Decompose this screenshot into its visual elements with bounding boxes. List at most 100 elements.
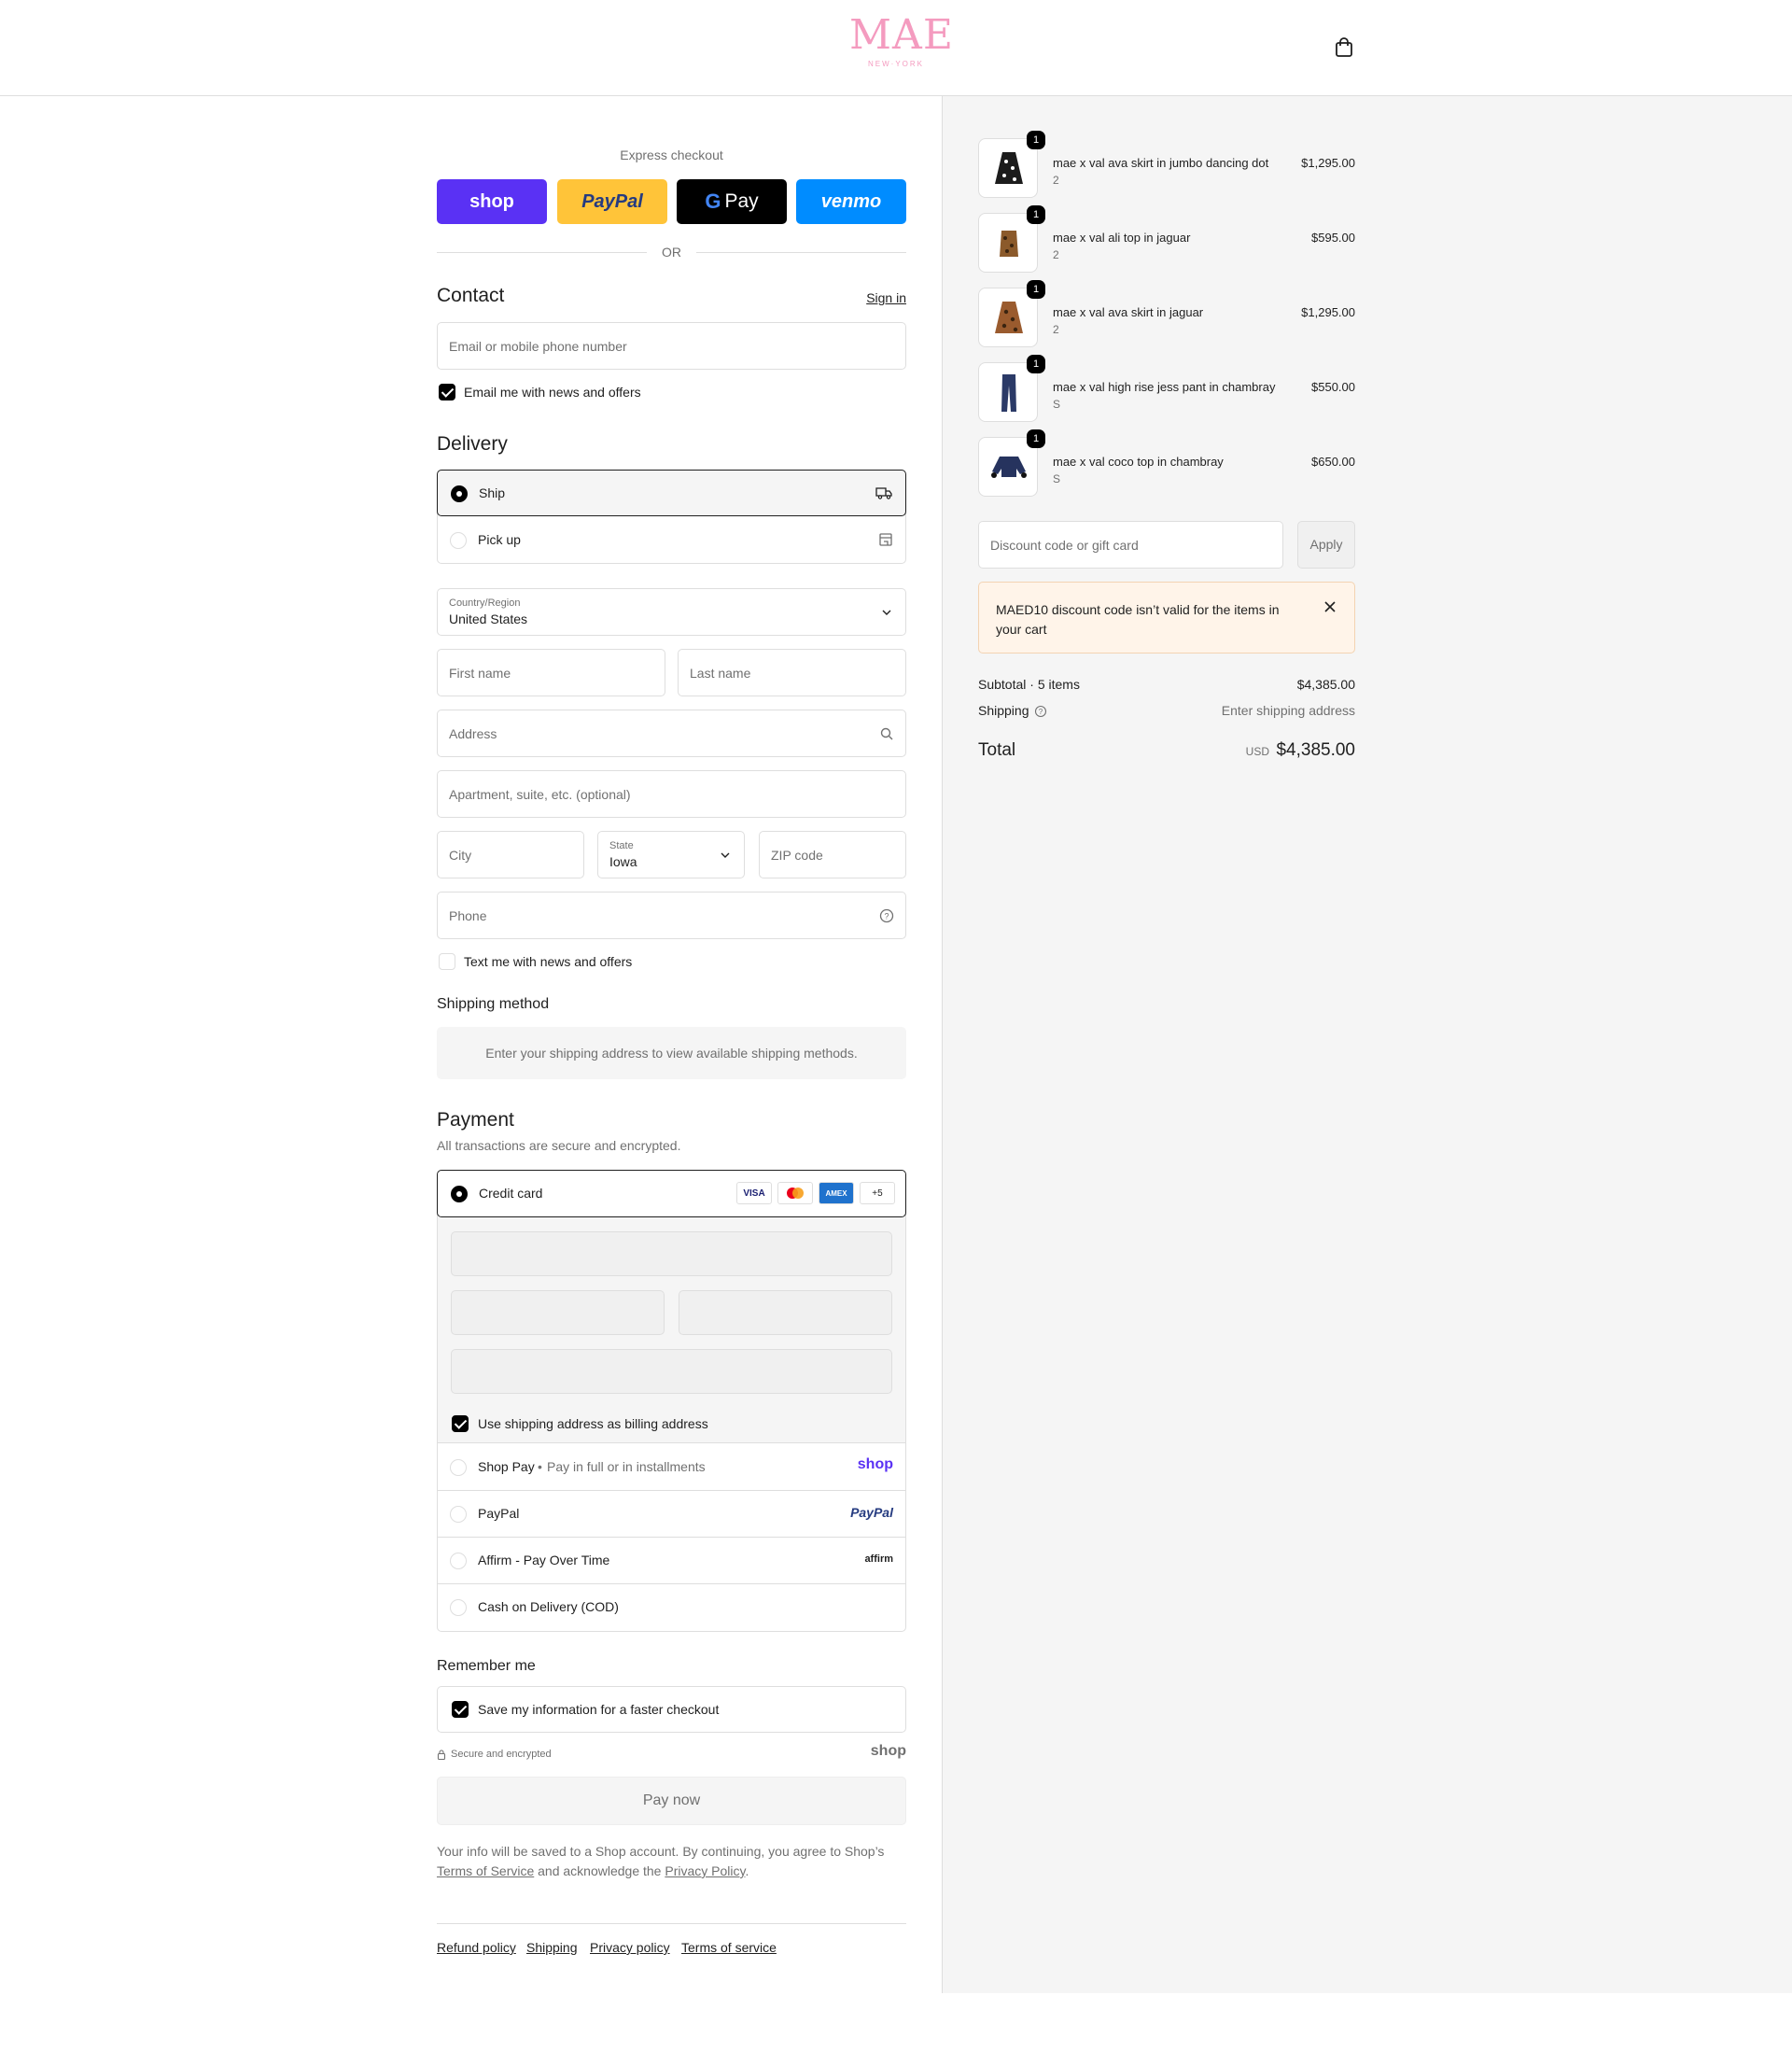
cod-radio[interactable] (450, 1599, 467, 1616)
ship-option[interactable]: Ship (437, 470, 906, 516)
shop-pay-label: Shop Pay (478, 1459, 535, 1474)
legal-text: Your info will be saved to a Shop accoun… (437, 1842, 906, 1881)
address-field[interactable]: Address (437, 710, 906, 757)
refund-policy-link[interactable]: Refund policy (437, 1940, 516, 1955)
item-variant: S (1053, 472, 1061, 485)
last-name-field[interactable]: Last name (678, 649, 906, 696)
apply-discount-button[interactable]: Apply (1297, 521, 1355, 569)
phone-field[interactable]: Phone ? (437, 892, 906, 939)
affirm-radio[interactable] (450, 1553, 467, 1569)
help-circle-icon[interactable]: ? (879, 908, 894, 923)
first-name-field[interactable]: First name (437, 649, 665, 696)
paypal-express-button[interactable]: PayPal (557, 179, 667, 224)
item-name: mae x val coco top in chambray (1053, 455, 1224, 469)
shop-pay-express-button[interactable]: shop (437, 179, 547, 224)
email-field[interactable]: Email or mobile phone number (437, 322, 906, 370)
svg-text:?: ? (884, 912, 889, 921)
credit-card-form: Use shipping address as billing address (438, 1217, 905, 1443)
affirm-logo: affirm (864, 1553, 893, 1565)
pay-now-button[interactable]: Pay now (437, 1777, 906, 1825)
zip-placeholder: ZIP code (771, 848, 823, 863)
pickup-option[interactable]: Pick up (437, 517, 906, 564)
cart-item: 1 mae x val ali top in jaguar 2 $595.00 (978, 205, 1355, 274)
text-news-checkbox[interactable] (439, 953, 455, 970)
legal-after: . (745, 1863, 749, 1878)
affirm-option[interactable]: Affirm - Pay Over Time affirm (437, 1538, 906, 1584)
shop-pay-option[interactable]: Shop Pay • Pay in full or in installment… (437, 1444, 906, 1491)
zip-field[interactable]: ZIP code (759, 831, 906, 878)
email-news-checkbox[interactable] (439, 384, 455, 401)
legal-before: Your info will be saved to a Shop accoun… (437, 1844, 885, 1859)
logo-text: MAE (849, 11, 954, 59)
credit-card-option[interactable]: Credit card VISA AMEX +5 (437, 1170, 906, 1217)
quantity-badge: 1 (1027, 355, 1045, 373)
phone-placeholder: Phone (449, 908, 487, 923)
cod-option[interactable]: Cash on Delivery (COD) (437, 1584, 906, 1631)
billing-address-checkbox[interactable] (452, 1415, 469, 1432)
item-variant: 2 (1053, 174, 1059, 187)
help-circle-icon[interactable]: ? (1034, 705, 1047, 718)
shop-privacy-link[interactable]: Privacy Policy (665, 1863, 745, 1878)
total-row: Total USD $4,385.00 (978, 738, 1355, 764)
credit-card-radio[interactable] (451, 1186, 468, 1202)
shopping-bag-icon[interactable] (1335, 37, 1353, 58)
cart-item: 1 mae x val coco top in chambray S $650.… (978, 429, 1355, 499)
card-number-field[interactable] (451, 1231, 892, 1276)
express-checkout-title: Express checkout (620, 148, 723, 162)
quantity-badge: 1 (1027, 131, 1045, 149)
billing-address-label: Use shipping address as billing address (478, 1416, 708, 1431)
paypal-logo: PayPal (850, 1505, 893, 1520)
country-select[interactable]: Country/Region United States (437, 588, 906, 636)
total-label: Total (978, 740, 1016, 760)
close-icon[interactable] (1323, 599, 1337, 614)
item-price: $1,295.00 (1301, 156, 1355, 170)
more-cards-badge: +5 (860, 1182, 895, 1204)
affirm-label: Affirm - Pay Over Time (478, 1553, 610, 1567)
state-select[interactable]: State Iowa (597, 831, 745, 878)
sign-in-link[interactable]: Sign in (866, 290, 906, 305)
venmo-express-button[interactable]: venmo (796, 179, 906, 224)
shop-pay-radio[interactable] (450, 1459, 467, 1476)
contact-heading: Contact (437, 285, 505, 306)
chevron-down-icon (721, 852, 730, 858)
item-price: $650.00 (1311, 455, 1355, 469)
terms-of-service-link[interactable]: Terms of service (681, 1940, 777, 1955)
save-info-checkbox[interactable] (452, 1701, 469, 1718)
quantity-badge: 1 (1027, 205, 1045, 224)
google-pay-label: Pay (724, 190, 759, 212)
expiration-field[interactable] (451, 1290, 665, 1335)
city-field[interactable]: City (437, 831, 584, 878)
name-on-card-field[interactable] (451, 1349, 892, 1394)
ship-radio[interactable] (451, 485, 468, 502)
shop-logo: shop (870, 1743, 906, 1759)
shop-pay-sub: Pay in full or in installments (547, 1459, 706, 1474)
chevron-down-icon (882, 610, 891, 615)
paypal-option[interactable]: PayPal PayPal (437, 1491, 906, 1538)
store-logo[interactable]: MAE NEW·YORK (849, 11, 954, 69)
shop-terms-link[interactable]: Terms of Service (437, 1863, 534, 1878)
quantity-badge: 1 (1027, 280, 1045, 299)
subtotal-value: $4,385.00 (1296, 677, 1355, 692)
paypal-radio[interactable] (450, 1506, 467, 1523)
item-price: $550.00 (1311, 380, 1355, 394)
pickup-radio[interactable] (450, 532, 467, 549)
country-label: Country/Region (449, 597, 521, 609)
google-pay-express-button[interactable]: G Pay (677, 179, 787, 224)
quantity-badge: 1 (1027, 429, 1045, 448)
state-label: State (609, 840, 634, 851)
security-code-field[interactable] (679, 1290, 892, 1335)
truck-icon (875, 487, 892, 499)
shipping-link[interactable]: Shipping (526, 1940, 578, 1955)
paypal-logo: PayPal (581, 190, 643, 212)
text-news-label: Text me with news and offers (464, 954, 633, 969)
apartment-field[interactable]: Apartment, suite, etc. (optional) (437, 770, 906, 818)
legal-mid: and acknowledge the (538, 1863, 662, 1878)
cod-label: Cash on Delivery (COD) (478, 1599, 619, 1614)
save-info-label: Save my information for a faster checkou… (478, 1702, 720, 1717)
logo-subtext: NEW·YORK (868, 60, 924, 68)
country-value: United States (449, 611, 528, 626)
discount-code-field[interactable]: Discount code or gift card (978, 521, 1283, 569)
payment-heading: Payment (437, 1109, 514, 1131)
privacy-policy-link[interactable]: Privacy policy (590, 1940, 670, 1955)
item-variant: 2 (1053, 323, 1059, 336)
